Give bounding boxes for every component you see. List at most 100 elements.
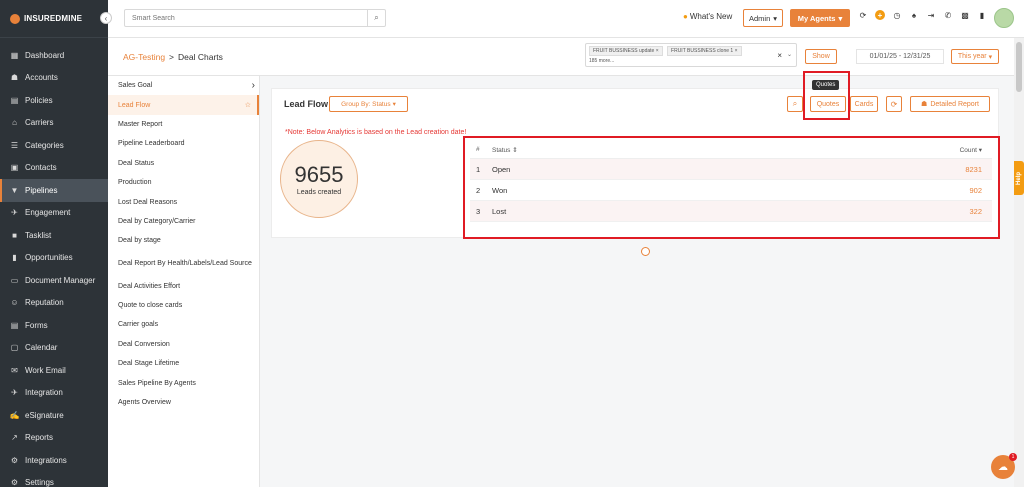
report-item[interactable]: Sales Pipeline By Agents [108, 373, 259, 392]
group-by-select[interactable]: Group By: Status ▾ [329, 96, 408, 112]
report-item[interactable]: Deal Stage Lifetime [108, 354, 259, 373]
panel-title: Lead Flow [284, 99, 329, 109]
leads-total-value: 9655 [294, 162, 344, 187]
pipeline-multiselect[interactable]: FRUIT BUSSINESS update × FRUIT BUSSINESS… [585, 43, 797, 67]
chevron-right-icon[interactable]: › [252, 80, 255, 91]
chat-icon: ☁ [998, 461, 1008, 473]
report-item-label: Master Report [118, 120, 163, 128]
report-item[interactable]: Lead Flow ☆ [108, 95, 259, 115]
page-scrollbar[interactable] [1014, 38, 1024, 487]
sidebar-item-esignature[interactable]: ✍ eSignature [0, 404, 108, 427]
sidebar-item-pipelines[interactable]: ▼ Pipelines [0, 179, 108, 202]
resize-handle[interactable] [641, 247, 650, 256]
report-item[interactable]: Deal Conversion [108, 335, 259, 354]
report-item[interactable]: Production [108, 173, 259, 192]
whats-new-link[interactable]: ● What's New [683, 12, 732, 21]
pipelines-icon: ▼ [10, 185, 19, 195]
my-agents-button[interactable]: My Agents ▾ [790, 9, 850, 27]
top-icons: ⟳ + ◷ ♠ ⇥ ✆ ▩ ▮ [858, 10, 987, 20]
brand-logo[interactable]: INSUREDMINE [0, 0, 108, 38]
avatar[interactable] [994, 8, 1014, 28]
sidebar-item-label: Calendar [25, 343, 58, 353]
sidebar-item-opportunities[interactable]: ▮ Opportunities [0, 247, 108, 270]
report-item[interactable]: Deal Activities Effort [108, 277, 259, 296]
clock-icon[interactable]: ◷ [892, 10, 902, 20]
chevron-down-icon[interactable]: ⌄ [787, 51, 792, 58]
sidebar-item-label: Forms [25, 320, 48, 330]
search-input[interactable] [125, 14, 367, 22]
report-item[interactable]: Lost Deal Reasons [108, 192, 259, 211]
sidebar-item-categories[interactable]: ☰ Categories [0, 134, 108, 157]
sidebar-item-label: Engagement [25, 208, 71, 218]
report-item[interactable]: Sales Goal › [108, 76, 259, 95]
detailed-report-button[interactable]: ☗ Detailed Report [910, 96, 990, 112]
topbar: ⌕ ● What's New Admin ▾ My Agents ▾ ⟳ + ◷… [108, 0, 1024, 38]
help-tab[interactable]: Help [1014, 161, 1024, 195]
sidebar-item-contacts[interactable]: ▣ Contacts [0, 157, 108, 180]
report-item-label: Production [118, 179, 152, 187]
search-icon[interactable]: ⌕ [367, 10, 385, 26]
clear-icon[interactable]: × [777, 51, 782, 60]
sidebar-item-carriers[interactable]: ⌂ Carriers [0, 112, 108, 135]
scrollbar-thumb[interactable] [1016, 42, 1022, 92]
sidebar-item-label: Contacts [25, 163, 57, 173]
report-item[interactable]: Deal Report By Health/Labels/Lead Source [108, 251, 259, 277]
sidebar-item-policies[interactable]: ▤ Policies [0, 89, 108, 112]
report-item[interactable]: Pipeline Leaderboard [108, 134, 259, 153]
report-item[interactable]: Quote to close cards [108, 296, 259, 315]
sync-icon[interactable]: ⟳ [858, 10, 868, 20]
sidebar-item-reputation[interactable]: ☺ Reputation [0, 292, 108, 315]
logout-icon[interactable]: ⇥ [926, 10, 936, 20]
sidebar-item-label: Carriers [25, 118, 54, 128]
report-item-label: Quote to close cards [118, 302, 183, 310]
chip-icon[interactable]: ▩ [960, 10, 970, 20]
add-icon[interactable]: + [875, 10, 885, 20]
report-item-label: Lead Flow [118, 101, 151, 109]
admin-label: Admin [748, 13, 771, 23]
chat-badge: 1 [1009, 453, 1017, 461]
admin-select[interactable]: Admin ▾ [743, 9, 783, 27]
refresh-icon[interactable]: ⟳ [886, 96, 902, 112]
sidebar-item-settings[interactable]: ⚙ Settings [0, 472, 108, 487]
sidebar-item-reports[interactable]: ↗ Reports [0, 427, 108, 450]
sidebar-item-forms[interactable]: ▤ Forms [0, 314, 108, 337]
sidebar-collapse-button[interactable]: ‹ [100, 12, 112, 24]
search-box: ⌕ [124, 9, 386, 27]
sidebar-item-integrations[interactable]: ⚙ Integrations [0, 449, 108, 472]
sidebar-item-calendar[interactable]: ▢ Calendar [0, 337, 108, 360]
sidebar-item-integration[interactable]: ✈ Integration [0, 382, 108, 405]
device-icon[interactable]: ▮ [977, 10, 987, 20]
date-range-field[interactable]: 01/01/25 - 12/31/25 [856, 49, 944, 64]
sidebar-item-accounts[interactable]: ☗ Accounts [0, 67, 108, 90]
cards-button[interactable]: Cards [850, 96, 878, 112]
period-select[interactable]: This year ▾ [951, 49, 999, 64]
bulb-icon: ● [683, 12, 688, 21]
show-button[interactable]: Show [805, 49, 837, 64]
report-item[interactable]: Carrier goals [108, 315, 259, 334]
breadcrumb-parent[interactable]: AG-Testing [123, 52, 165, 62]
document-manager-icon: ▭ [10, 275, 19, 285]
report-item[interactable]: Master Report [108, 115, 259, 134]
breadcrumb: AG-Testing > Deal Charts [123, 52, 223, 62]
logo-mark-icon [10, 13, 20, 24]
sidebar-item-label: Accounts [25, 73, 58, 83]
report-item[interactable]: Agents Overview [108, 393, 259, 412]
phone-icon[interactable]: ✆ [943, 10, 953, 20]
opportunities-icon: ▮ [12, 253, 17, 263]
pipeline-tag[interactable]: FRUIT BUSSINESS update × [589, 46, 663, 56]
star-icon[interactable]: ☆ [245, 101, 251, 109]
sidebar-item-work-email[interactable]: ✉ Work Email [0, 359, 108, 382]
report-item[interactable]: Deal by stage [108, 231, 259, 250]
sidebar-item-engagement[interactable]: ✈ Engagement [0, 202, 108, 225]
search-icon[interactable]: ⌕ [787, 96, 803, 112]
pipeline-tag[interactable]: FRUIT BUSSINESS clone 1 × [667, 46, 742, 56]
sidebar-item-dashboard[interactable]: ▦ Dashboard [0, 44, 108, 67]
integration-icon: ✈ [11, 388, 18, 398]
report-item[interactable]: Deal by Category/Carrier [108, 212, 259, 231]
report-item-label: Deal Conversion [118, 340, 170, 348]
sidebar-item-tasklist[interactable]: ■ Tasklist [0, 224, 108, 247]
sidebar-item-document-manager[interactable]: ▭ Document Manager [0, 269, 108, 292]
report-item[interactable]: Deal Status [108, 154, 259, 173]
chat-button[interactable]: ☁ 1 [991, 453, 1017, 479]
bell-icon[interactable]: ♠ [909, 10, 919, 20]
